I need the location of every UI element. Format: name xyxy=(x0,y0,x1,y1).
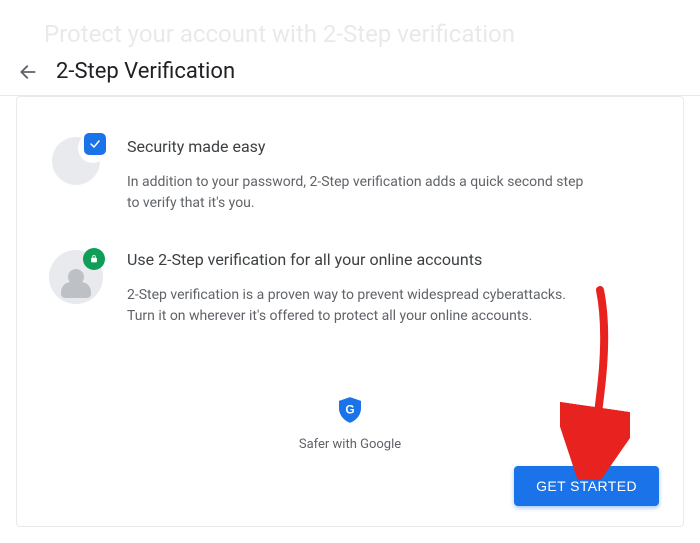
lock-badge-icon xyxy=(83,248,105,270)
arrow-back-icon xyxy=(18,62,38,82)
row-body: In addition to your password, 2-Step ver… xyxy=(127,172,587,214)
back-button[interactable] xyxy=(16,60,40,84)
content-card: Security made easy In addition to your p… xyxy=(16,96,684,527)
safer-with-google: G Safer with Google xyxy=(17,397,683,452)
app-bar: 2-Step Verification xyxy=(0,48,700,96)
safer-brand: Google xyxy=(360,437,401,452)
avatar-icon xyxy=(49,250,103,304)
svg-text:G: G xyxy=(345,403,354,417)
shield-icon: G xyxy=(339,397,361,423)
row-title: Use 2-Step verification for all your onl… xyxy=(127,250,651,269)
safer-prefix: Safer with xyxy=(299,437,360,452)
row-body: 2-Step verification is a proven way to p… xyxy=(127,285,587,327)
check-badge-icon xyxy=(84,133,106,155)
shape-circle xyxy=(52,137,100,185)
page-title: 2-Step Verification xyxy=(56,59,235,84)
info-row-all-accounts: Use 2-Step verification for all your onl… xyxy=(49,250,651,327)
get-started-button[interactable]: GET STARTED xyxy=(514,466,659,506)
info-row-security-easy: Security made easy In addition to your p… xyxy=(49,137,651,214)
row-title: Security made easy xyxy=(127,137,651,156)
safer-text: Safer with Google xyxy=(17,437,683,452)
